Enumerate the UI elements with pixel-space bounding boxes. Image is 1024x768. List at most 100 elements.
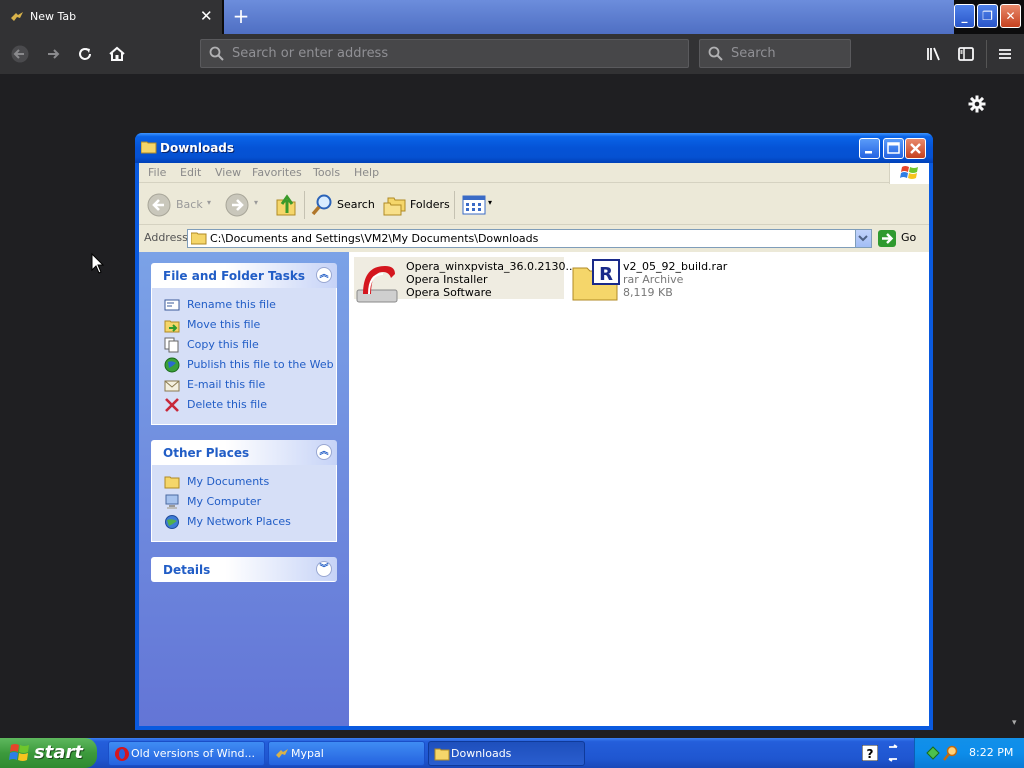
computer-icon [165, 494, 179, 509]
chevron-down-icon: ▾ [254, 198, 259, 207]
collapse-icon[interactable]: ︽ [316, 267, 332, 283]
taskbar: start Old versions of Wind... Mypal Down… [0, 738, 1024, 768]
file-tasks-header[interactable]: File and Folder Tasks ︽ [151, 263, 337, 288]
menu-view[interactable]: View [215, 166, 241, 179]
chevron-down-icon: ▾ [207, 198, 212, 207]
opera-installer-icon [356, 266, 398, 303]
toolbar-divider [986, 40, 987, 68]
taskbar-button-downloads[interactable]: Downloads [428, 741, 585, 766]
address-field[interactable]: C:\Documents and Settings\VM2\My Documen… [187, 229, 872, 248]
reload-button[interactable] [73, 42, 97, 66]
folders-icon [383, 197, 406, 216]
search-icon[interactable] [943, 745, 959, 761]
menu-help[interactable]: Help [354, 166, 379, 179]
up-folder-button[interactable] [273, 185, 301, 225]
search-label: Search [337, 198, 375, 211]
hamburger-menu-icon [999, 49, 1011, 59]
folders-label: Folders [410, 198, 450, 211]
place-label: My Documents [187, 475, 270, 488]
library-icon [927, 47, 940, 61]
restore-button[interactable]: ❐ [977, 4, 998, 28]
menu-file[interactable]: File [148, 166, 166, 179]
menu-edit[interactable]: Edit [180, 166, 201, 179]
back-button[interactable] [8, 42, 32, 66]
minimize-button[interactable]: _ [954, 4, 975, 28]
search-bar[interactable]: Search [699, 39, 851, 68]
language-switch-icon[interactable] [886, 744, 900, 762]
tab-title: New Tab [30, 10, 77, 23]
reload-icon [79, 48, 91, 60]
explorer-title-bar[interactable]: Downloads [135, 133, 933, 163]
close-button[interactable]: ✕ [1000, 4, 1021, 28]
folder-icon [164, 476, 180, 489]
search-button[interactable]: Search [308, 185, 375, 225]
details-header[interactable]: Details ︾ [151, 557, 337, 582]
expand-icon[interactable]: ︾ [316, 561, 332, 577]
network-tray-icon[interactable] [925, 745, 941, 761]
go-button[interactable]: Go [878, 229, 926, 248]
menu-favorites[interactable]: Favorites [252, 166, 302, 179]
search-placeholder: Search [731, 46, 776, 61]
url-bar[interactable]: Search or enter address [200, 39, 689, 68]
forward-button[interactable] [41, 42, 65, 66]
place-label: My Computer [187, 495, 262, 508]
search-icon [708, 46, 723, 61]
tab-close-icon[interactable]: ✕ [200, 8, 213, 24]
close-icon: ✕ [1005, 9, 1016, 23]
other-places-header[interactable]: Other Places ︽ [151, 440, 337, 465]
home-button[interactable] [105, 42, 129, 66]
collapse-icon[interactable]: ︽ [316, 444, 332, 460]
taskbar-button-opera[interactable]: Old versions of Wind... [108, 741, 265, 766]
tab-strip [224, 0, 954, 34]
other-places-panel: My Documents My Computer My Network Plac… [151, 465, 337, 542]
sidebar-button[interactable] [954, 42, 978, 66]
system-tray: 8:22 PM [914, 738, 1024, 768]
other-places-title: Other Places [163, 446, 250, 460]
address-value: C:\Documents and Settings\VM2\My Documen… [210, 232, 539, 245]
menu-button[interactable] [993, 42, 1017, 66]
address-bar: Address C:\Documents and Settings\VM2\My… [139, 226, 929, 250]
scroll-down-arrow-icon[interactable]: ▾ [1012, 718, 1024, 738]
tab-new-tab[interactable]: New Tab ✕ [0, 0, 222, 34]
sidebar-icon [958, 47, 974, 61]
forward-arrow-icon [225, 193, 249, 217]
mouse-cursor-icon [91, 253, 105, 274]
address-dropdown[interactable] [855, 230, 871, 247]
maximize-icon [887, 142, 900, 154]
back-button[interactable]: Back ▾ [145, 185, 215, 225]
taskbar-button-mypal[interactable]: Mypal [268, 741, 425, 766]
windows-logo-icon [889, 163, 929, 184]
search-icon [311, 194, 332, 216]
taskbar-label: Downloads [451, 747, 512, 760]
new-tab-button[interactable]: + [230, 4, 252, 28]
explorer-minimize-button[interactable] [859, 138, 880, 159]
task-label: E-mail this file [187, 378, 266, 391]
move-icon [164, 320, 180, 333]
menu-tools[interactable]: Tools [313, 166, 340, 179]
library-button[interactable] [922, 42, 946, 66]
minimize-icon: _ [961, 9, 968, 23]
mypal-icon [276, 749, 288, 758]
start-label: start [34, 742, 83, 763]
file-meta: 8,119 KB [623, 286, 673, 299]
gear-icon[interactable] [967, 94, 987, 114]
task-label: Rename this file [187, 298, 276, 311]
task-label: Delete this file [187, 398, 267, 411]
folders-button[interactable]: Folders [381, 185, 450, 225]
start-button[interactable]: start [0, 738, 97, 768]
file-item[interactable]: Opera_winxpvista_36.0.2130... Opera Inst… [355, 258, 576, 304]
close-icon [910, 143, 921, 154]
opera-icon [115, 747, 129, 761]
help-icon[interactable]: ? [862, 745, 878, 761]
copy-icon [164, 337, 179, 353]
explorer-maximize-button[interactable] [883, 138, 904, 159]
file-type: rar Archive [623, 273, 684, 286]
rename-icon [164, 299, 180, 311]
task-label: Copy this file [187, 338, 259, 351]
back-arrow-icon [147, 193, 171, 217]
views-button[interactable]: ▾ [460, 185, 496, 225]
clock: 8:22 PM [969, 746, 1014, 759]
explorer-close-button[interactable] [905, 138, 926, 159]
file-item[interactable]: R v2_05_92_build.rar rar Archive 8,119 K… [571, 258, 771, 304]
forward-button[interactable]: ▾ [221, 185, 261, 225]
